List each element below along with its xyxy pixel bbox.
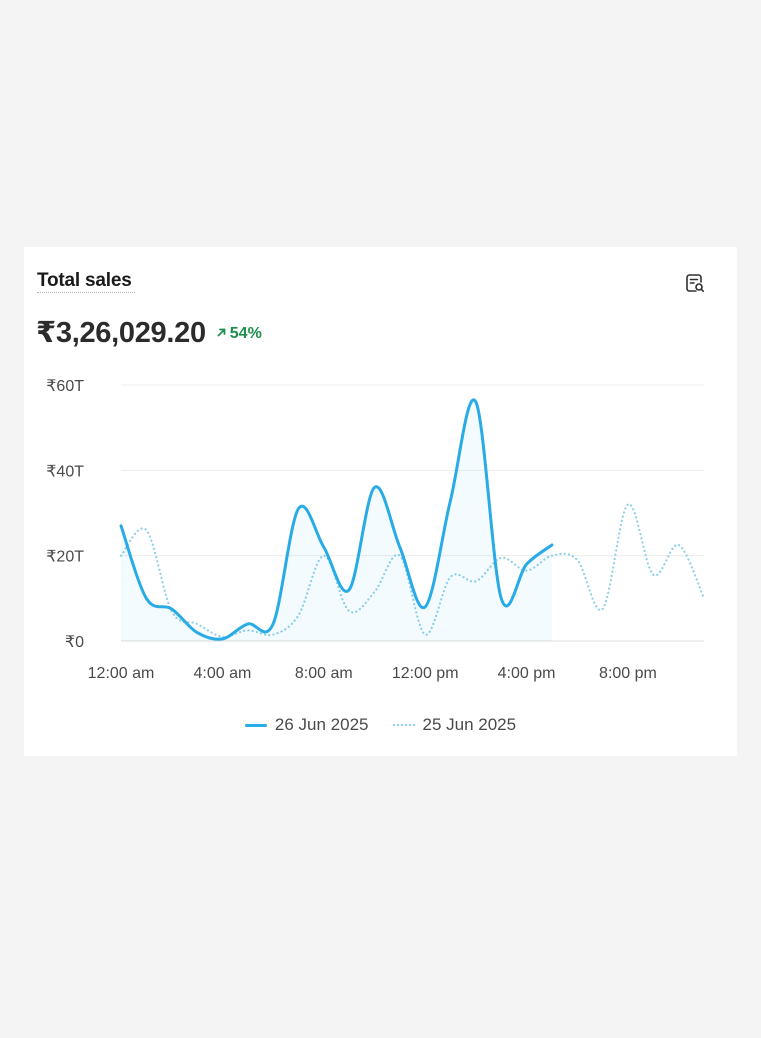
series-area-current <box>121 399 552 641</box>
chart-legend: 26 Jun 2025 25 Jun 2025 <box>24 715 737 735</box>
legend-item-previous[interactable]: 25 Jun 2025 <box>392 715 517 735</box>
y-tick-label: ₹60T <box>46 378 84 395</box>
x-tick-label: 4:00 am <box>193 665 251 682</box>
y-tick-label: ₹40T <box>46 463 84 480</box>
total-sales-card: Total sales ₹3,26,029.20 54% ₹0 ₹20T ₹40… <box>24 247 737 756</box>
x-tick-label: 12:00 am <box>88 665 155 682</box>
legend-item-current[interactable]: 26 Jun 2025 <box>244 715 369 735</box>
y-tick-label: ₹0 <box>65 634 84 651</box>
x-tick-label: 12:00 pm <box>392 665 459 682</box>
x-tick-label: 8:00 pm <box>599 665 657 682</box>
x-tick-label: 8:00 am <box>295 665 353 682</box>
legend-label-previous: 25 Jun 2025 <box>422 715 517 734</box>
sales-line-chart: ₹0 ₹20T ₹40T ₹60T 12:00 am 4:00 am 8:00 am 12:0… <box>46 378 706 682</box>
legend-label-current: 26 Jun 2025 <box>274 715 369 734</box>
legend-swatch-solid <box>244 723 267 727</box>
x-tick-label: 4:00 pm <box>498 665 556 682</box>
legend-swatch-dotted <box>392 724 415 726</box>
y-tick-label: ₹20T <box>46 549 84 566</box>
